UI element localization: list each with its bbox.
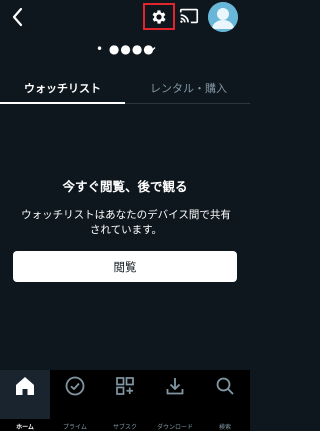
download-icon [166, 378, 184, 395]
search-icon [216, 377, 234, 395]
nav-subscriptions[interactable]: サブスク [100, 370, 150, 431]
tab-selected-indicator [0, 102, 125, 104]
nav-prime[interactable]: プライム [50, 370, 100, 431]
profile-switcher[interactable]: • ●●●● [0, 38, 250, 60]
profile-avatar-icon [208, 2, 238, 32]
check-circle-icon [65, 376, 85, 396]
cast-icon [179, 8, 199, 24]
chevron-left-icon [12, 7, 23, 27]
nav-label: プライム [63, 424, 87, 431]
nav-home[interactable]: ホーム [0, 370, 50, 431]
tab-bar: ウォッチリスト レンタル・購入 [0, 74, 250, 104]
empty-state-description: ウォッチリストはあなたのデバイス間で共有されています。 [21, 209, 231, 236]
chevron-down-icon [148, 47, 156, 52]
grid-plus-icon [116, 377, 134, 395]
nav-label: 検索 [218, 424, 231, 431]
profile-name: • ●●●● [96, 42, 155, 56]
profile-avatar[interactable] [208, 2, 238, 32]
tab-watchlist[interactable]: ウォッチリスト [24, 80, 101, 96]
nav-downloads[interactable]: ダウンロード [150, 370, 200, 431]
empty-state-title: 今すぐ閲覧、後で観る [62, 179, 188, 194]
back-button[interactable] [6, 5, 30, 29]
cast-button[interactable] [178, 5, 200, 27]
tab-rental-purchase[interactable]: レンタル・購入 [150, 80, 227, 96]
browse-button[interactable]: 閲覧 [13, 251, 237, 282]
bottom-navigation: ホーム プライム サブスク ダウンロード 検索 [0, 370, 250, 431]
nav-label: ダウンロード [156, 424, 193, 431]
nav-search[interactable]: 検索 [200, 370, 250, 431]
nav-label: サブスク [112, 424, 137, 431]
home-icon [16, 377, 34, 395]
settings-button[interactable] [143, 3, 175, 30]
top-bar [0, 0, 250, 36]
gear-icon [152, 9, 166, 24]
nav-label: ホーム [16, 424, 34, 431]
